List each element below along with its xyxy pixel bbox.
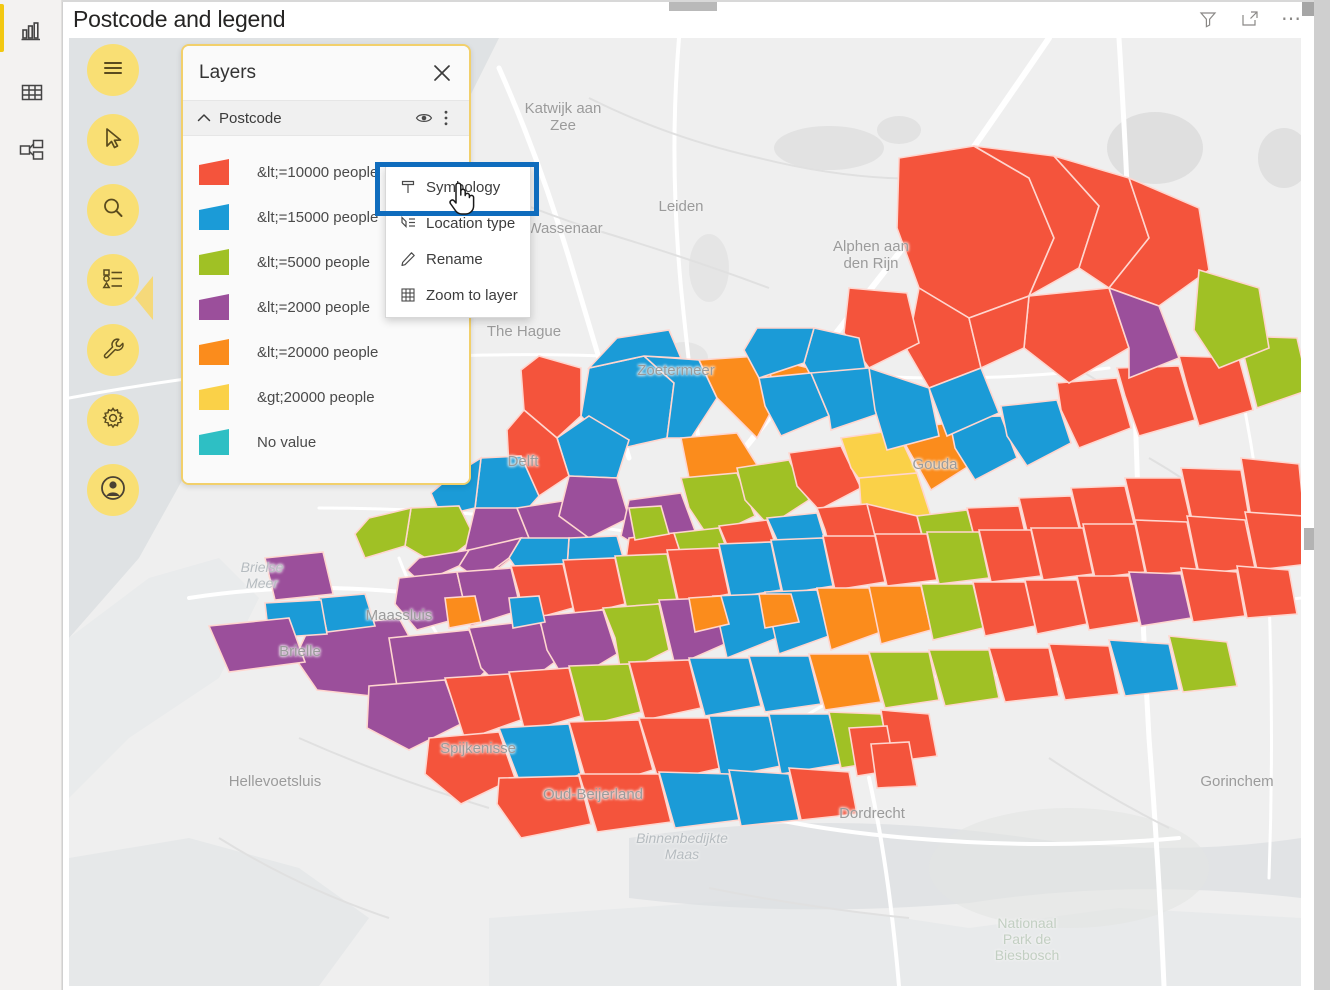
layers-button[interactable] (87, 254, 139, 306)
sidebar-item-model-view[interactable] (14, 132, 50, 168)
legend-swatch (199, 203, 235, 232)
legend-swatch (199, 158, 235, 187)
map-visual-container: Postcode and legend ⋯ Katwijk aan Zee Le… (62, 0, 1314, 990)
tools-button[interactable] (87, 324, 139, 376)
filter-icon[interactable] (1197, 8, 1219, 30)
layer-row-postcode[interactable]: Postcode (183, 100, 469, 136)
vertical-scrollbar-thumb[interactable] (1304, 528, 1314, 550)
active-view-indicator (0, 4, 4, 52)
legend-label: &lt;=15000 people (257, 209, 379, 226)
visual-header-actions: ⋯ (1197, 0, 1303, 38)
context-menu-item-label: Zoom to layer (426, 286, 518, 304)
legend-label: &lt;=2000 people (257, 299, 371, 316)
legend-swatch (199, 428, 235, 457)
menu-button[interactable] (87, 44, 139, 96)
context-menu-item-label: Symbology (426, 178, 501, 196)
settings-button[interactable] (87, 394, 139, 446)
layer-context-menu: Symbology Location type Rename Zoom to laye… (385, 166, 531, 318)
legend-item[interactable]: &gt;20000 people (183, 375, 469, 420)
account-button[interactable] (87, 464, 139, 516)
legend-swatch (199, 383, 235, 412)
context-menu-item-label: Rename (426, 250, 483, 268)
map-toolbar (87, 44, 139, 516)
context-menu-item-zoom-to-layer[interactable]: Zoom to layer (386, 277, 530, 313)
location-type-icon (396, 215, 420, 231)
vertical-dots-icon[interactable] (435, 107, 457, 129)
legend-item[interactable]: &lt;=20000 people (183, 330, 469, 375)
layers-panel-title: Layers (199, 62, 257, 83)
legend-swatch (199, 293, 235, 322)
close-icon[interactable] (429, 60, 455, 86)
legend-item[interactable]: No value (183, 420, 469, 465)
legend-label: &gt;20000 people (257, 389, 375, 406)
legend-swatch (199, 248, 235, 277)
layers-panel-header: Layers (183, 46, 469, 100)
zoom-to-layer-icon (396, 287, 420, 303)
page-title: Postcode and legend (73, 5, 286, 32)
context-menu-item-location-type[interactable]: Location type (386, 205, 530, 241)
eye-icon[interactable] (413, 107, 435, 129)
vertical-scrollbar-track[interactable] (1304, 0, 1314, 990)
search-icon (100, 195, 126, 226)
context-menu-item-label: Location type (426, 214, 516, 232)
gear-icon (100, 405, 126, 436)
pencil-icon (396, 251, 420, 267)
right-gutter (1314, 0, 1330, 990)
search-button[interactable] (87, 184, 139, 236)
legend-label: &lt;=20000 people (257, 344, 379, 361)
context-menu-item-symbology[interactable]: Symbology (386, 169, 530, 205)
bar-chart-icon (19, 19, 45, 45)
select-tool-button[interactable] (87, 114, 139, 166)
vertical-scrollbar-up-arrow[interactable] (1302, 2, 1314, 16)
horizontal-scrollbar-thumb[interactable] (669, 2, 717, 11)
cursor-arrow-icon (100, 125, 126, 156)
table-icon (19, 79, 45, 105)
power-bi-report-page: Postcode and legend ⋯ Katwijk aan Zee Le… (0, 0, 1330, 990)
sidebar-item-data-view[interactable] (14, 74, 50, 110)
user-icon (99, 474, 127, 507)
context-menu-item-rename[interactable]: Rename (386, 241, 530, 277)
legend-label: &lt;=10000 people (257, 164, 379, 181)
focus-mode-icon[interactable] (1239, 8, 1261, 30)
sidebar-item-report-view[interactable] (14, 14, 50, 50)
hamburger-icon (100, 55, 126, 86)
map-area[interactable]: Katwijk aan Zee Leiden Wassenaar Alphen aan… (69, 38, 1301, 986)
legend-swatch (199, 338, 235, 367)
layers-list-icon (100, 265, 126, 296)
layers-panel-pointer (135, 276, 153, 320)
legend-label: &lt;=5000 people (257, 254, 371, 271)
more-options-icon[interactable]: ⋯ (1281, 8, 1303, 30)
relationships-icon (18, 137, 46, 163)
wrench-icon (100, 335, 126, 366)
layer-name-label: Postcode (219, 109, 282, 127)
view-switcher-rail (0, 0, 62, 990)
symbology-icon (396, 179, 420, 195)
chevron-up-icon[interactable] (193, 110, 215, 126)
legend-label: No value (257, 434, 317, 451)
